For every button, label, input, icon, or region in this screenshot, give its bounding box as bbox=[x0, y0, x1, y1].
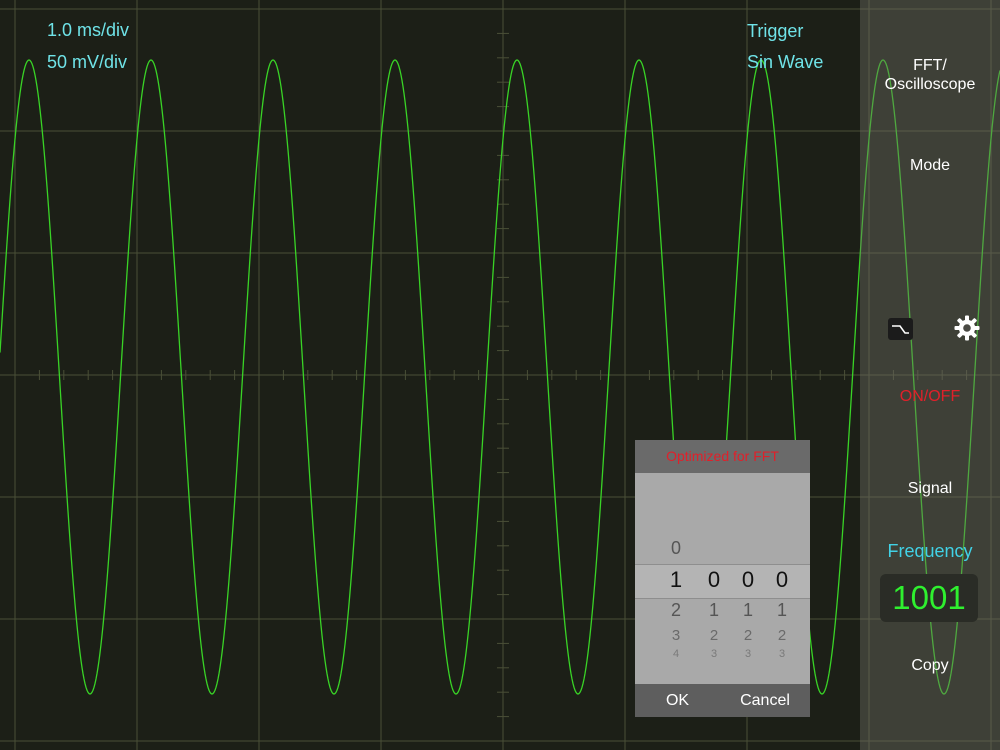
fft-oscilloscope-toggle-button[interactable]: FFT/ Oscilloscope bbox=[860, 56, 1000, 94]
scope-canvas bbox=[0, 0, 1000, 750]
picker-digit-selected: 0 bbox=[775, 567, 789, 592]
picker-actions: OK Cancel bbox=[635, 684, 810, 717]
trigger-label: Trigger bbox=[747, 21, 804, 41]
picker-digit-selected: 1 bbox=[669, 567, 683, 592]
time-per-div-readout: 1.0 ms/div bbox=[47, 20, 130, 40]
gear-icon[interactable] bbox=[953, 314, 981, 342]
picker-digit: 3 bbox=[710, 648, 718, 660]
picker-digit-selected: 0 bbox=[741, 567, 755, 592]
trigger-source: Sin Wave bbox=[747, 52, 824, 72]
frequency-value: 1001 bbox=[892, 579, 966, 616]
ok-button[interactable]: OK bbox=[635, 684, 720, 717]
picker-digit: 2 bbox=[709, 627, 719, 644]
signal-button[interactable]: Signal bbox=[860, 479, 1000, 498]
picker-digit: 1 bbox=[776, 600, 787, 620]
picker-digit: 0 bbox=[670, 538, 681, 558]
frequency-field[interactable]: 1001 bbox=[880, 574, 978, 622]
picker-digit: 3 bbox=[671, 627, 681, 644]
picker-digit: 2 bbox=[743, 627, 753, 644]
picker-digit: 2 bbox=[670, 600, 681, 620]
control-panel: FFT/ Oscilloscope Mode ON/OFF Signal Fre… bbox=[860, 0, 1000, 750]
picker-title: Optimized for FFT bbox=[635, 440, 810, 473]
picker-digit: 2 bbox=[777, 627, 787, 644]
frequency-label: Frequency bbox=[887, 541, 973, 561]
oscilloscope-display[interactable] bbox=[0, 0, 1000, 750]
mode-button[interactable]: Mode bbox=[860, 156, 1000, 175]
cancel-button[interactable]: Cancel bbox=[720, 684, 810, 717]
picker-digit: 3 bbox=[744, 648, 752, 660]
picker-digit: 4 bbox=[672, 648, 680, 660]
lowpass-filter-icon[interactable] bbox=[888, 318, 913, 340]
picker-digit: 3 bbox=[778, 648, 786, 660]
picker-digit-selected: 0 bbox=[707, 567, 721, 592]
on-off-button[interactable]: ON/OFF bbox=[860, 387, 1000, 406]
picker-digit: 1 bbox=[742, 600, 753, 620]
volts-per-div-readout: 50 mV/div bbox=[47, 52, 128, 72]
frequency-picker-dialog: Optimized for FFT 0 1 2 3 4 0 1 2 3 0 1 … bbox=[635, 440, 810, 717]
copy-button[interactable]: Copy bbox=[860, 656, 1000, 675]
picker-digit: 1 bbox=[708, 600, 719, 620]
